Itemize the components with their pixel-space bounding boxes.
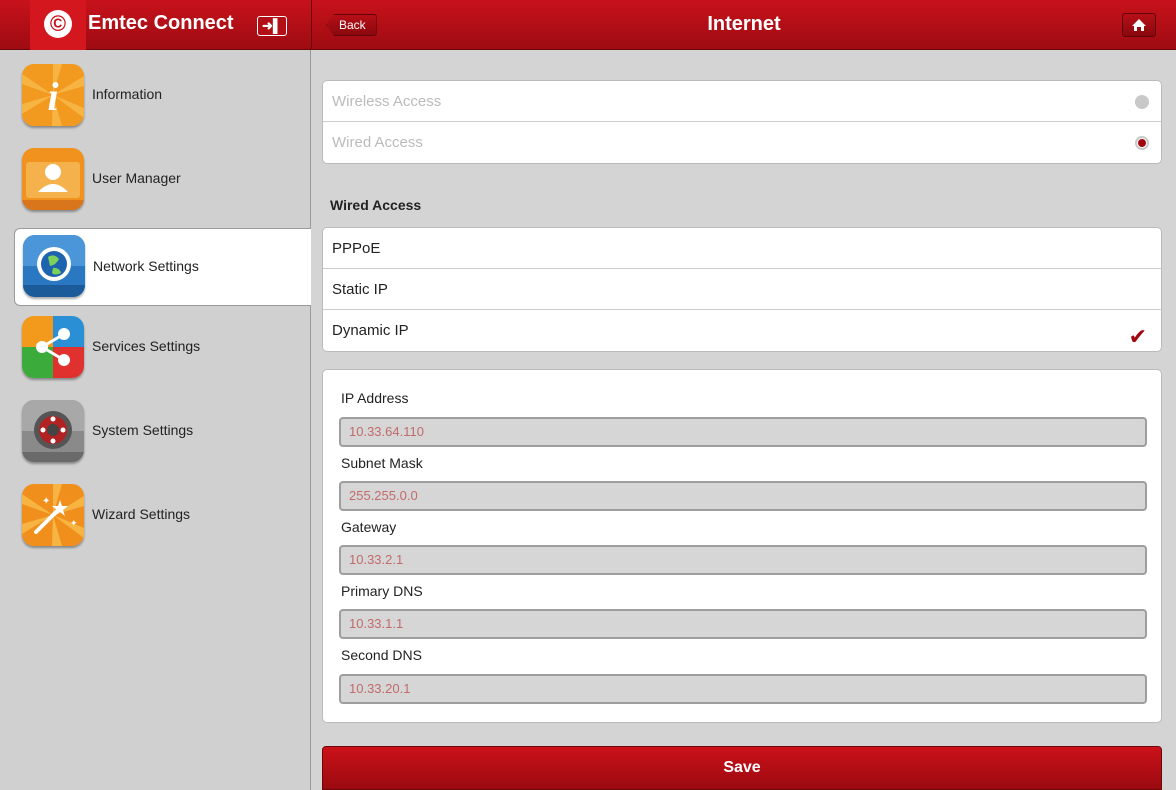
mode-static-ip[interactable]: Static IP bbox=[323, 269, 1161, 310]
svg-text:✦: ✦ bbox=[42, 496, 50, 507]
svg-text:i: i bbox=[47, 74, 58, 119]
mode-pppoe[interactable]: PPPoE bbox=[323, 228, 1161, 269]
brand: © Emtec Connect ➜▌ bbox=[0, 0, 311, 50]
sidebar-item-label: System Settings bbox=[92, 422, 194, 438]
option-label: Wired Access bbox=[332, 134, 423, 151]
ip-settings-panel: IP Address 10.33.64.110 Subnet Mask 255.… bbox=[322, 369, 1162, 723]
share-icon bbox=[22, 316, 84, 378]
sidebar-item-label: Information bbox=[92, 86, 163, 102]
gateway-label: Gateway bbox=[341, 519, 397, 535]
user-icon bbox=[22, 148, 84, 210]
mode-label: Static IP bbox=[332, 281, 388, 298]
save-button[interactable]: Save bbox=[322, 746, 1162, 790]
second-dns-field[interactable]: 10.33.20.1 bbox=[339, 674, 1147, 704]
gateway-field[interactable]: 10.33.2.1 bbox=[339, 545, 1147, 575]
wireless-access-option[interactable]: Wireless Access bbox=[323, 81, 1161, 122]
app-title: Emtec Connect bbox=[88, 12, 234, 34]
subnet-mask-label: Subnet Mask bbox=[341, 455, 423, 471]
mode-dynamic-ip[interactable]: Dynamic IP ✔ bbox=[323, 310, 1161, 351]
connection-mode-list: PPPoE Static IP Dynamic IP ✔ bbox=[322, 227, 1162, 352]
sidebar-item-network-settings[interactable]: Network Settings bbox=[14, 228, 311, 306]
ip-address-field[interactable]: 10.33.64.110 bbox=[339, 417, 1147, 447]
emtec-logo-icon: © bbox=[44, 10, 72, 38]
svg-text:✦: ✦ bbox=[70, 518, 78, 528]
main-content: Wireless Access Wired Access Wired Acces… bbox=[312, 50, 1176, 790]
wired-access-option[interactable]: Wired Access bbox=[323, 122, 1161, 163]
sidebar-item-label: User Manager bbox=[92, 170, 181, 186]
wireless-access-radio[interactable] bbox=[1135, 95, 1149, 109]
globe-icon bbox=[23, 235, 85, 297]
sidebar: i Information User Manager Network Setti… bbox=[0, 50, 311, 790]
checkmark-icon: ✔ bbox=[1128, 324, 1147, 349]
sidebar-item-services-settings[interactable]: Services Settings bbox=[14, 310, 311, 388]
home-icon bbox=[1132, 19, 1146, 31]
second-dns-label: Second DNS bbox=[341, 647, 422, 663]
sidebar-item-label: Wizard Settings bbox=[92, 506, 191, 522]
top-bar: © Emtec Connect ➜▌ Back Internet bbox=[0, 0, 1176, 50]
sidebar-item-label: Services Settings bbox=[92, 338, 201, 354]
home-button[interactable] bbox=[1122, 13, 1156, 37]
option-label: Wireless Access bbox=[332, 93, 442, 110]
sidebar-item-wizard-settings[interactable]: ✦ ✦ Wizard Settings bbox=[14, 478, 311, 556]
sidebar-item-information[interactable]: i Information bbox=[14, 58, 311, 136]
sidebar-item-user-manager[interactable]: User Manager bbox=[14, 142, 311, 220]
mode-label: Dynamic IP bbox=[332, 322, 409, 339]
mode-label: PPPoE bbox=[332, 240, 381, 257]
sidebar-item-system-settings[interactable]: System Settings bbox=[14, 394, 311, 472]
sidebar-item-label: Network Settings bbox=[93, 258, 199, 274]
page-title: Internet bbox=[707, 13, 781, 35]
section-title: Wired Access bbox=[330, 197, 422, 213]
ip-address-label: IP Address bbox=[341, 390, 409, 406]
primary-dns-field[interactable]: 10.33.1.1 bbox=[339, 609, 1147, 639]
logout-icon: ➜▌ bbox=[261, 18, 283, 33]
access-type-list: Wireless Access Wired Access bbox=[322, 80, 1162, 164]
gear-icon bbox=[22, 400, 84, 462]
primary-dns-label: Primary DNS bbox=[341, 583, 423, 599]
info-icon: i bbox=[22, 64, 84, 126]
logout-button[interactable]: ➜▌ bbox=[257, 16, 287, 36]
wired-access-radio[interactable] bbox=[1135, 136, 1149, 150]
magic-wand-icon: ✦ ✦ bbox=[22, 484, 84, 546]
subnet-mask-field[interactable]: 255.255.0.0 bbox=[339, 481, 1147, 511]
